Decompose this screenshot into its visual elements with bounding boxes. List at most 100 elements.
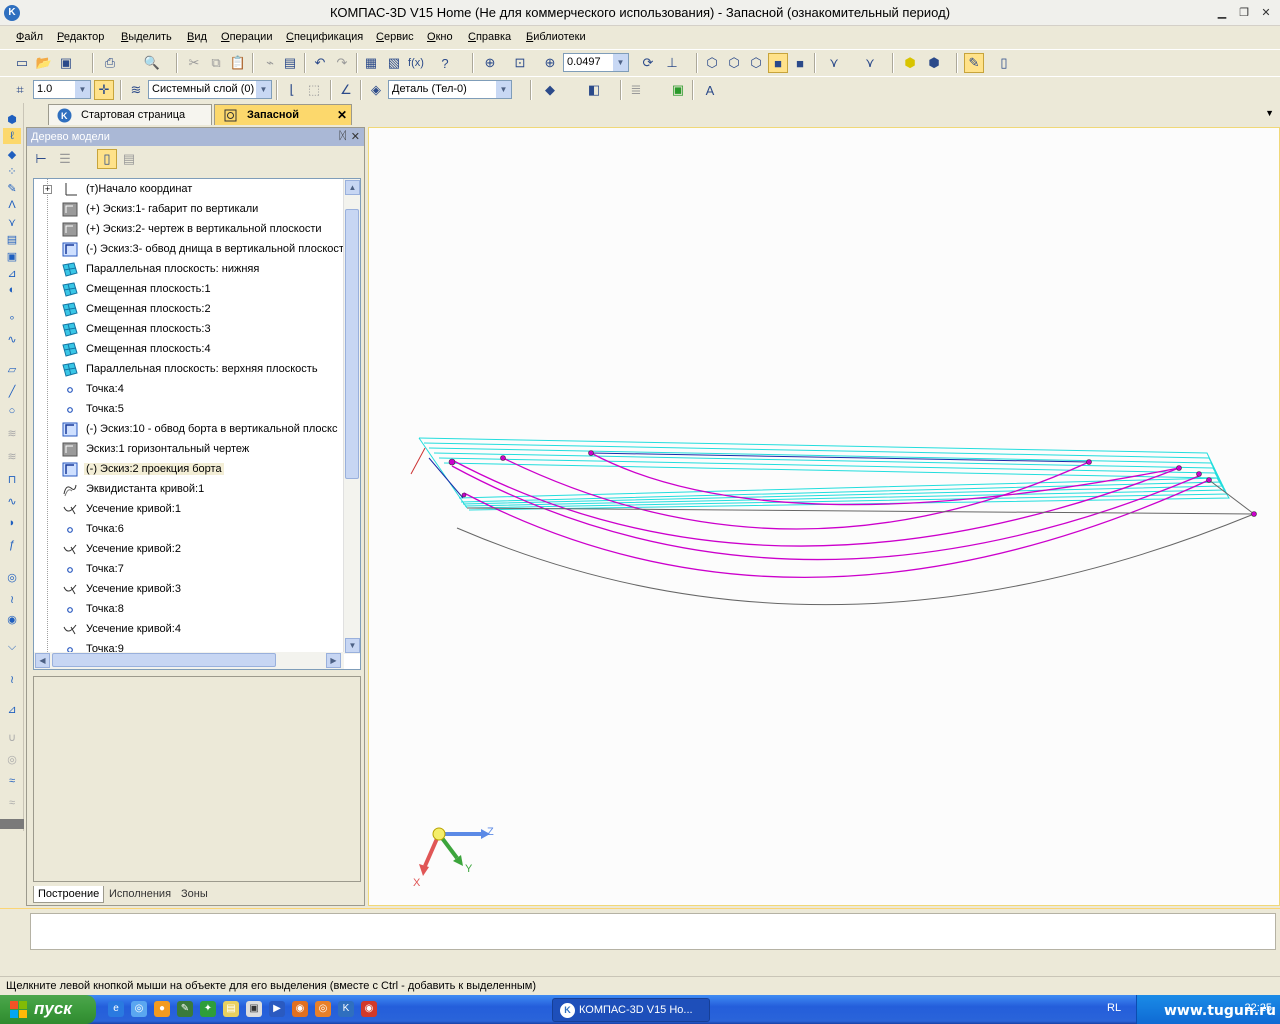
paste-icon[interactable]: 📋	[228, 53, 248, 73]
tree-item[interactable]: Смещенная плоскость:3	[34, 319, 344, 339]
window-icon[interactable]: ▣	[246, 1001, 262, 1017]
menu-libraries[interactable]: Библиотеки	[526, 31, 586, 43]
part-select[interactable]: Деталь (Тел-0) ▼	[388, 80, 512, 99]
scroll-left-icon[interactable]: ◀	[35, 653, 50, 668]
tab-zapasnoy[interactable]: Запасной ✕	[214, 104, 352, 125]
step-select[interactable]: 1.0 ▼	[33, 80, 91, 99]
extend-curve-icon[interactable]: ≈	[3, 795, 21, 811]
measure-tool-icon[interactable]: Λ	[3, 197, 21, 213]
point-tool-icon[interactable]: ∘	[3, 309, 21, 325]
grid-step-icon[interactable]: ⌗	[10, 80, 30, 100]
line-tool-icon[interactable]: ╱	[3, 383, 21, 399]
helix-tool-icon[interactable]: ≋	[3, 425, 21, 441]
isoparam-icon[interactable]: ⊿	[3, 701, 21, 717]
point-coordinates-icon[interactable]: ∠	[336, 80, 356, 100]
tree-item[interactable]: Усечение кривой:2	[34, 539, 344, 559]
part-icon[interactable]: ◈	[366, 80, 386, 100]
close-tab-icon[interactable]: ✕	[337, 108, 347, 122]
tree-item[interactable]: Точка:4	[34, 379, 344, 399]
green-object-icon[interactable]: ▣	[668, 80, 688, 100]
select-filter-icon[interactable]: ⋎	[860, 53, 880, 73]
zoom-window-icon[interactable]: ⊕	[480, 53, 500, 73]
shaded-edges-icon[interactable]: ■	[790, 53, 810, 73]
tree-item[interactable]: Точка:6	[34, 519, 344, 539]
scroll-thumb[interactable]	[345, 209, 359, 479]
tab-construction[interactable]: Построение	[33, 886, 105, 903]
trim-curve-icon[interactable]: ⌵	[3, 639, 21, 655]
notepad-icon[interactable]: ▤	[223, 1001, 239, 1017]
kompas-quick-icon[interactable]: K	[338, 1001, 354, 1017]
manager-icon[interactable]: ▦	[361, 53, 381, 73]
menu-view[interactable]: Вид	[187, 31, 207, 43]
tree-item[interactable]: Точка:5	[34, 399, 344, 419]
menu-window[interactable]: Окно	[427, 31, 453, 43]
tree-item[interactable]: Усечение кривой:3	[34, 579, 344, 599]
import-points-icon[interactable]: ▱	[3, 361, 21, 377]
redo-icon[interactable]: ↷	[332, 53, 352, 73]
tree-hscroll[interactable]: ◀ ▶	[34, 652, 344, 669]
ie-icon[interactable]: e	[108, 1001, 124, 1017]
chrome-icon[interactable]: ◉	[361, 1001, 377, 1017]
connect-curve-icon[interactable]: ◗	[3, 515, 21, 531]
expand-icon[interactable]: +	[43, 185, 52, 194]
filter-tool-icon[interactable]: ⋎	[3, 214, 21, 230]
tree-item[interactable]: + (т)Начало координат	[34, 179, 344, 199]
tree-item[interactable]: Точка:7	[34, 559, 344, 579]
format-brush-icon[interactable]: ⌁	[260, 53, 280, 73]
polyline-tool-icon[interactable]: ⊓	[3, 471, 21, 487]
menu-file[interactable]: Файл	[16, 31, 43, 43]
tab-start-page[interactable]: K Стартовая страница	[48, 104, 212, 125]
curve-tool-icon[interactable]: ∿	[3, 493, 21, 509]
solid-ops-icon[interactable]: ⬢	[3, 111, 21, 127]
plane-orient-icon[interactable]: ◧	[584, 80, 604, 100]
tree-item[interactable]: (+) Эскиз:1- габарит по вертикали	[34, 199, 344, 219]
tree-view-icon[interactable]: ▯	[97, 149, 117, 169]
tree-list-icon[interactable]: ▤	[119, 149, 139, 169]
pin-icon[interactable]: ᛞ	[339, 130, 346, 142]
undo-icon[interactable]: ↶	[310, 53, 330, 73]
spatial-curves-icon[interactable]: ℓ	[3, 128, 21, 144]
tree-item[interactable]: (-) Эскиз:3- обвод днища в вертикальной …	[34, 239, 344, 259]
snap-icon[interactable]: ✎	[964, 53, 984, 73]
spec-icon[interactable]: ▤	[3, 231, 21, 247]
print-preview-icon[interactable]: 🔍	[142, 53, 162, 73]
scroll-right-icon[interactable]: ▶	[326, 653, 341, 668]
tree-item[interactable]: Эскиз:1 горизонтальный чертеж	[34, 439, 344, 459]
formula-icon[interactable]: f(x)	[406, 53, 426, 73]
filter-icon[interactable]: ⋎	[824, 53, 844, 73]
orientation-icon[interactable]: ⊥	[662, 53, 682, 73]
edit-component-icon[interactable]: ⬚	[304, 80, 324, 100]
menu-specification[interactable]: Спецификация	[286, 31, 363, 43]
save-icon[interactable]: ▣	[56, 53, 76, 73]
properties-icon[interactable]: ▤	[280, 53, 300, 73]
media-icon[interactable]: ▶	[269, 1001, 285, 1017]
tool-icon[interactable]: ✎	[177, 1001, 193, 1017]
firefox-icon[interactable]: ●	[154, 1001, 170, 1017]
menu-help[interactable]: Справка	[468, 31, 511, 43]
thin-hidden-icon[interactable]: ⬡	[746, 53, 766, 73]
hscroll-thumb[interactable]	[52, 653, 276, 667]
copy-icon[interactable]: ⧉	[206, 53, 226, 73]
more-tools-handle[interactable]	[0, 819, 24, 829]
wireframe-icon[interactable]: ⬡	[702, 53, 722, 73]
rotate-icon[interactable]: ⟳	[638, 53, 658, 73]
surfaces-icon[interactable]: ◆	[3, 146, 21, 162]
tree-item[interactable]: Смещенная плоскость:4	[34, 339, 344, 359]
tree-item[interactable]: (-) Эскиз:2 проекция борта	[34, 459, 344, 479]
tree-item[interactable]: Эквидистанта кривой:1	[34, 479, 344, 499]
formula-curve-icon[interactable]: ƒ	[3, 537, 21, 553]
layer-icon[interactable]: ≋	[126, 80, 146, 100]
body-color-icon[interactable]: ◆	[540, 80, 560, 100]
intersect-curve-icon[interactable]: ≈	[3, 773, 21, 789]
model-geometry[interactable]	[369, 128, 1279, 905]
scroll-up-icon[interactable]: ▲	[345, 180, 360, 195]
layer-select[interactable]: Системный слой (0) ▼	[148, 80, 272, 99]
tab-versions[interactable]: Исполнения	[105, 886, 175, 903]
taskbar-kompas-button[interactable]: K КОМПАС-3D V15 Но...	[552, 998, 710, 1022]
tree-item[interactable]: Усечение кривой:4	[34, 619, 344, 639]
tree-item[interactable]: Смещенная плоскость:2	[34, 299, 344, 319]
zoom-scale-icon[interactable]: ⊕	[540, 53, 560, 73]
surface-curve-icon[interactable]: ◎	[3, 751, 21, 767]
model-viewport[interactable]: Z Y X	[368, 127, 1280, 906]
menu-service[interactable]: Сервис	[376, 31, 414, 43]
